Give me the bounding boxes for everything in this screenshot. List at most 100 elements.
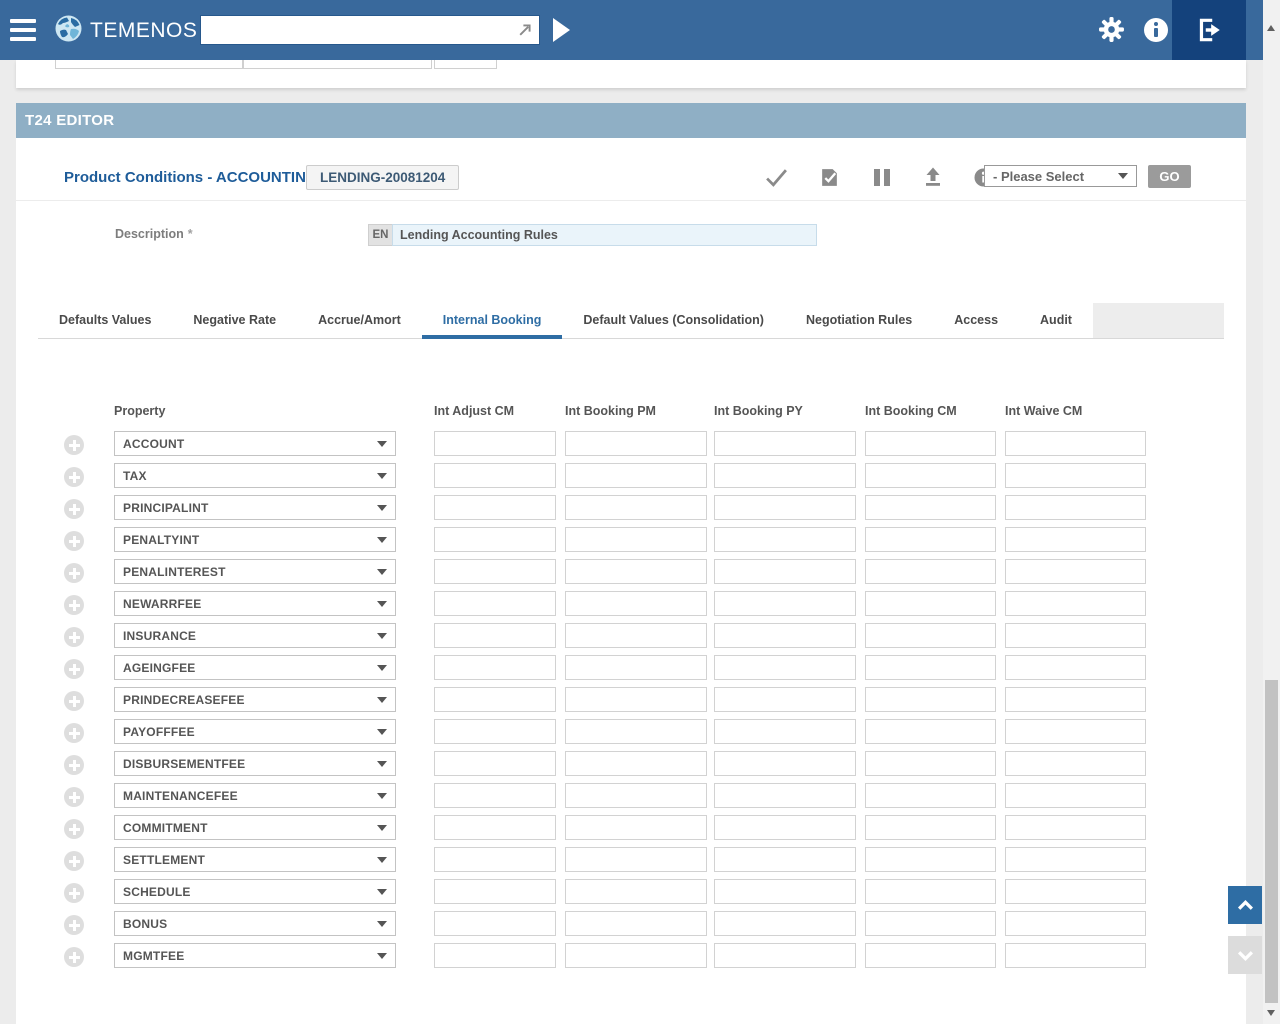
action-dropdown[interactable]: - Please Select: [984, 165, 1137, 187]
int-adjust-cm-input[interactable]: [434, 719, 556, 744]
add-row-button[interactable]: [64, 691, 84, 711]
page-scrollbar[interactable]: [1263, 0, 1280, 1024]
hold-icon[interactable]: [872, 169, 892, 186]
go-button[interactable]: GO: [1148, 165, 1191, 188]
int-adjust-cm-input[interactable]: [434, 527, 556, 552]
add-row-button[interactable]: [64, 787, 84, 807]
scrollbar-thumb[interactable]: [1265, 680, 1278, 1003]
int-adjust-cm-input[interactable]: [434, 623, 556, 648]
int-booking-py-input[interactable]: [714, 591, 856, 616]
tab-internal-booking[interactable]: Internal Booking: [422, 303, 563, 338]
property-select[interactable]: DISBURSEMENTFEE: [114, 751, 396, 776]
property-select[interactable]: MAINTENANCEFEE: [114, 783, 396, 808]
int-booking-py-input[interactable]: [714, 719, 856, 744]
int-booking-cm-input[interactable]: [865, 719, 996, 744]
int-adjust-cm-input[interactable]: [434, 911, 556, 936]
description-input[interactable]: [392, 224, 817, 246]
add-row-button[interactable]: [64, 435, 84, 455]
add-row-button[interactable]: [64, 851, 84, 871]
int-booking-cm-input[interactable]: [865, 911, 996, 936]
int-waive-cm-input[interactable]: [1005, 495, 1146, 520]
add-row-button[interactable]: [64, 531, 84, 551]
info-icon[interactable]: [1144, 18, 1168, 42]
int-booking-pm-input[interactable]: [565, 463, 707, 488]
int-booking-cm-input[interactable]: [865, 431, 996, 456]
property-select[interactable]: ACCOUNT: [114, 431, 396, 456]
int-booking-pm-input[interactable]: [565, 591, 707, 616]
int-booking-py-input[interactable]: [714, 815, 856, 840]
int-waive-cm-input[interactable]: [1005, 527, 1146, 552]
tab-negotiation-rules[interactable]: Negotiation Rules: [785, 303, 933, 338]
int-waive-cm-input[interactable]: [1005, 463, 1146, 488]
logout-icon[interactable]: [1172, 0, 1246, 60]
partial-form-field[interactable]: [55, 60, 243, 69]
property-select[interactable]: NEWARRFEE: [114, 591, 396, 616]
int-booking-cm-input[interactable]: [865, 655, 996, 680]
int-booking-py-input[interactable]: [714, 847, 856, 872]
int-booking-cm-input[interactable]: [865, 687, 996, 712]
int-adjust-cm-input[interactable]: [434, 687, 556, 712]
int-booking-py-input[interactable]: [714, 943, 856, 968]
property-select[interactable]: COMMITMENT: [114, 815, 396, 840]
int-adjust-cm-input[interactable]: [434, 943, 556, 968]
int-booking-pm-input[interactable]: [565, 783, 707, 808]
scroll-up-button[interactable]: [1228, 886, 1262, 924]
int-booking-cm-input[interactable]: [865, 879, 996, 904]
int-booking-cm-input[interactable]: [865, 591, 996, 616]
add-row-button[interactable]: [64, 819, 84, 839]
add-row-button[interactable]: [64, 563, 84, 583]
int-booking-cm-input[interactable]: [865, 815, 996, 840]
int-booking-pm-input[interactable]: [565, 655, 707, 680]
int-booking-py-input[interactable]: [714, 879, 856, 904]
add-row-button[interactable]: [64, 499, 84, 519]
tab-negative-rate[interactable]: Negative Rate: [172, 303, 297, 338]
int-booking-py-input[interactable]: [714, 463, 856, 488]
int-waive-cm-input[interactable]: [1005, 623, 1146, 648]
command-search-input[interactable]: [201, 17, 515, 43]
int-waive-cm-input[interactable]: [1005, 815, 1146, 840]
gear-icon[interactable]: [1098, 16, 1125, 48]
int-booking-py-input[interactable]: [714, 911, 856, 936]
int-waive-cm-input[interactable]: [1005, 783, 1146, 808]
int-booking-pm-input[interactable]: [565, 527, 707, 552]
int-booking-pm-input[interactable]: [565, 847, 707, 872]
int-booking-pm-input[interactable]: [565, 911, 707, 936]
int-booking-cm-input[interactable]: [865, 527, 996, 552]
int-adjust-cm-input[interactable]: [434, 879, 556, 904]
property-select[interactable]: MGMTFEE: [114, 943, 396, 968]
int-waive-cm-input[interactable]: [1005, 431, 1146, 456]
int-booking-py-input[interactable]: [714, 527, 856, 552]
scroll-down-button[interactable]: [1228, 936, 1262, 974]
add-row-button[interactable]: [64, 947, 84, 967]
hamburger-menu-icon[interactable]: [10, 19, 36, 41]
property-select[interactable]: PAYOFFFEE: [114, 719, 396, 744]
tab-access[interactable]: Access: [933, 303, 1019, 338]
int-booking-py-input[interactable]: [714, 687, 856, 712]
property-select[interactable]: TAX: [114, 463, 396, 488]
scrollbar-up-arrow[interactable]: [1267, 25, 1275, 31]
add-row-button[interactable]: [64, 659, 84, 679]
upload-icon[interactable]: [923, 167, 943, 187]
int-adjust-cm-input[interactable]: [434, 431, 556, 456]
property-select[interactable]: PENALINTEREST: [114, 559, 396, 584]
int-booking-cm-input[interactable]: [865, 783, 996, 808]
int-booking-pm-input[interactable]: [565, 431, 707, 456]
search-submit-icon[interactable]: [515, 20, 535, 40]
int-waive-cm-input[interactable]: [1005, 911, 1146, 936]
int-booking-cm-input[interactable]: [865, 751, 996, 776]
int-booking-cm-input[interactable]: [865, 623, 996, 648]
int-booking-py-input[interactable]: [714, 559, 856, 584]
property-select[interactable]: INSURANCE: [114, 623, 396, 648]
add-row-button[interactable]: [64, 915, 84, 935]
int-booking-cm-input[interactable]: [865, 463, 996, 488]
int-waive-cm-input[interactable]: [1005, 719, 1146, 744]
int-booking-py-input[interactable]: [714, 783, 856, 808]
partial-form-field[interactable]: [434, 60, 497, 69]
int-waive-cm-input[interactable]: [1005, 751, 1146, 776]
int-waive-cm-input[interactable]: [1005, 655, 1146, 680]
scrollbar-down-arrow[interactable]: [1267, 1010, 1275, 1016]
int-adjust-cm-input[interactable]: [434, 559, 556, 584]
int-adjust-cm-input[interactable]: [434, 655, 556, 680]
int-booking-py-input[interactable]: [714, 655, 856, 680]
int-booking-pm-input[interactable]: [565, 815, 707, 840]
